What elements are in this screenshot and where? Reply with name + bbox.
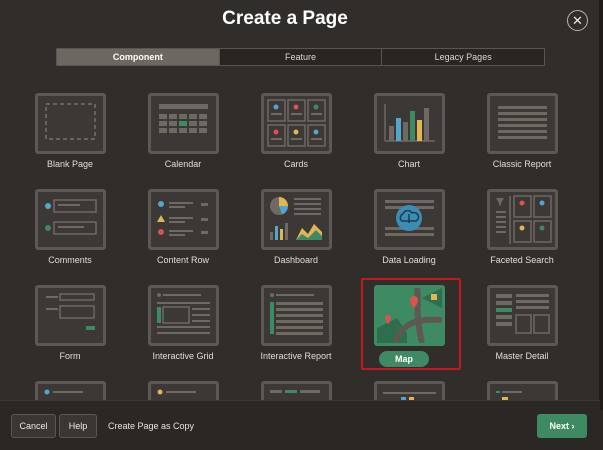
tile-blank-page[interactable]: Blank Page: [15, 93, 125, 175]
tab-feature[interactable]: Feature: [219, 49, 383, 65]
tile-interactive-report[interactable]: Interactive Report: [241, 285, 351, 367]
create-page-as-copy-link[interactable]: Create Page as Copy: [108, 421, 194, 431]
tile-label: Classic Report: [492, 159, 552, 169]
next-label: Next: [549, 421, 569, 431]
tile-label: Calendar: [164, 159, 202, 169]
tile-form[interactable]: Form: [15, 285, 125, 367]
close-button[interactable]: ✕: [567, 10, 588, 31]
tile-label: Cards: [283, 159, 308, 169]
next-button[interactable]: Next ›: [537, 414, 587, 438]
tile-label: Dashboard: [273, 255, 319, 265]
chevron-right-icon: ›: [571, 421, 575, 431]
faceted-search-icon: [487, 189, 558, 250]
bar-chart-icon: [374, 93, 445, 154]
interactive-grid-icon: [148, 285, 219, 346]
close-icon: ✕: [572, 12, 583, 28]
tile-faceted-search[interactable]: Faceted Search: [467, 189, 577, 271]
tile-label-selected: Map: [379, 351, 429, 367]
tile-label: Form: [59, 351, 81, 361]
calendar-icon: [148, 93, 219, 154]
content-row-icon: [148, 189, 219, 250]
tile-data-loading[interactable]: Data Loading: [354, 189, 464, 271]
tab-bar: Component Feature Legacy Pages: [56, 48, 545, 66]
dialog-footer: Cancel Help Create Page as Copy Next ›: [0, 400, 600, 450]
tile-label: Data Loading: [382, 255, 436, 265]
tile-content-row[interactable]: Content Row: [128, 189, 238, 271]
cards-icon: [261, 93, 332, 154]
tab-legacy-pages[interactable]: Legacy Pages: [382, 49, 545, 65]
cloud-upload-icon: [374, 189, 445, 250]
blank-page-icon: [35, 93, 106, 154]
tile-dashboard[interactable]: Dashboard: [241, 189, 351, 271]
tile-cards[interactable]: Cards: [241, 93, 351, 175]
help-button[interactable]: Help: [59, 414, 97, 438]
tile-label: Interactive Grid: [152, 351, 214, 361]
tab-component[interactable]: Component: [57, 49, 220, 65]
tile-label: Master Detail: [495, 351, 549, 361]
scrollbar-thumb[interactable]: [599, 0, 603, 410]
report-table-icon: [487, 93, 558, 154]
dashboard-icon: [261, 189, 332, 250]
form-icon: [35, 285, 106, 346]
tile-chart[interactable]: Chart: [354, 93, 464, 175]
tile-label: Content Row: [156, 255, 210, 265]
cancel-button[interactable]: Cancel: [11, 414, 56, 438]
tile-calendar[interactable]: Calendar: [128, 93, 238, 175]
interactive-report-icon: [261, 285, 332, 346]
tile-master-detail[interactable]: Master Detail: [467, 285, 577, 367]
comments-icon: [35, 189, 106, 250]
tile-label: Blank Page: [46, 159, 94, 169]
tile-interactive-grid[interactable]: Interactive Grid: [128, 285, 238, 367]
dialog-title: Create a Page: [222, 8, 348, 29]
tile-label: Chart: [397, 159, 420, 169]
tile-map[interactable]: Map: [354, 285, 464, 367]
tile-comments[interactable]: Comments: [15, 189, 125, 271]
tile-classic-report[interactable]: Classic Report: [467, 93, 577, 175]
master-detail-icon: [487, 285, 558, 346]
tile-label: Interactive Report: [260, 351, 332, 361]
tile-label: Faceted Search: [490, 255, 554, 265]
map-icon: [374, 285, 445, 346]
tile-label: Comments: [48, 255, 92, 265]
